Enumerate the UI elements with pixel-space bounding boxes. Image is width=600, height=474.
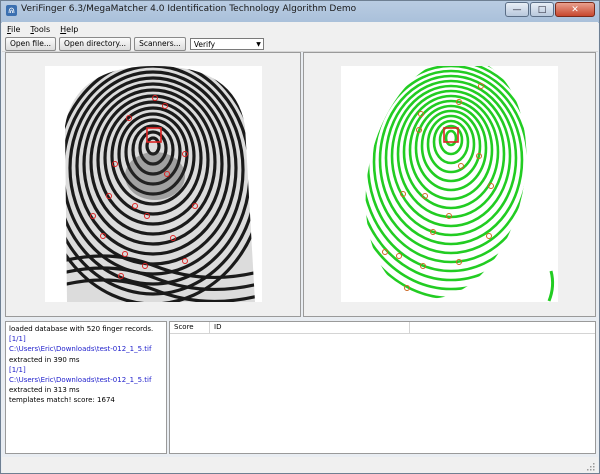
resize-grip-icon[interactable]	[586, 462, 595, 471]
chevron-down-icon: ▼	[256, 40, 261, 48]
menu-tools[interactable]: Tools	[25, 25, 55, 34]
column-header-id[interactable]: ID	[210, 322, 410, 333]
menu-file-label: ile	[11, 24, 21, 34]
menu-help-label: elp	[66, 24, 79, 34]
log-panel[interactable]: loaded database with 520 finger records.…	[5, 321, 167, 454]
scanners-button[interactable]: Scanners...	[134, 36, 186, 51]
status-bar	[2, 457, 598, 473]
log-link[interactable]: [1/1]	[9, 334, 163, 344]
right-image-panel	[303, 42, 596, 317]
log-link[interactable]: C:\Users\Eric\Downloads\test-012_1_5.tif	[9, 344, 163, 354]
menu-tools-label: ools	[33, 24, 51, 34]
mode-select-value: Verify	[193, 39, 216, 49]
maximize-button[interactable]: □	[530, 2, 554, 17]
column-header-score[interactable]: Score	[170, 322, 210, 333]
results-header: Score ID	[170, 322, 595, 334]
log-line: templates match! score: 1674	[9, 396, 115, 405]
fingerprint-green-icon	[341, 42, 558, 309]
skeleton-fingerprint-image[interactable]	[341, 42, 558, 309]
app-window: VeriFinger 6.3/MegaMatcher 4.0 Identific…	[0, 0, 600, 474]
log-link[interactable]: [1/1]	[9, 365, 163, 375]
menu-file[interactable]: File	[2, 25, 25, 34]
window-title: VeriFinger 6.3/MegaMatcher 4.0 Identific…	[21, 4, 357, 14]
open-directory-button[interactable]: Open directory...	[59, 36, 132, 51]
log-link[interactable]: C:\Users\Eric\Downloads\test-012_1_5.tif	[9, 375, 163, 385]
close-button[interactable]: ✕	[555, 2, 595, 17]
toolbar: Open file... Open directory... Scanners.…	[2, 36, 598, 52]
minimize-button[interactable]: —	[505, 2, 529, 17]
title-bar[interactable]: VeriFinger 6.3/MegaMatcher 4.0 Identific…	[1, 1, 599, 21]
source-fingerprint-image[interactable]	[45, 66, 262, 302]
menu-bar: File Tools Help	[2, 22, 598, 36]
open-file-button[interactable]: Open file...	[5, 36, 56, 51]
log-line: extracted in 390 ms	[9, 355, 80, 364]
menu-help[interactable]: Help	[55, 25, 83, 34]
app-fingerprint-icon	[6, 5, 17, 16]
fingerprint-gray-icon	[45, 66, 262, 302]
results-list[interactable]: Score ID	[169, 321, 596, 454]
log-line: loaded database with 520 finger records.	[9, 325, 154, 333]
mode-select[interactable]: Verify ▼	[189, 37, 264, 50]
log-line: extracted in 313 ms	[9, 386, 80, 395]
left-image-panel	[5, 52, 301, 317]
